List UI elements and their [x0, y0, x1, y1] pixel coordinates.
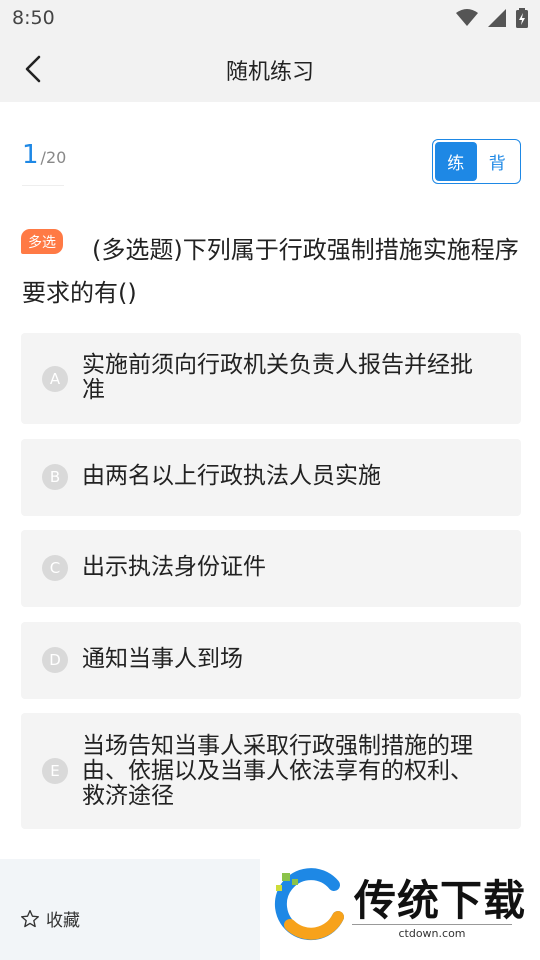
option-c[interactable]: C 出示执法身份证件 — [21, 530, 521, 607]
question-type-badge: 多选 — [21, 229, 63, 254]
favorite-button[interactable]: 收藏 — [20, 906, 80, 931]
page-title: 随机练习 — [225, 60, 314, 85]
status-time: 8:50 — [12, 7, 55, 29]
option-text: 当场告知当事人采取行政强制措施的理由、依据以及当事人依法享有的权利、救济途径 — [82, 733, 473, 809]
app-bar: 随机练习 — [0, 36, 540, 102]
status-icons — [456, 8, 528, 28]
option-a[interactable]: A 实施前须向行政机关负责人报告并经批准 — [21, 333, 521, 424]
option-letter: D — [42, 647, 68, 673]
option-letter: B — [42, 464, 68, 490]
question-progress: 1 /20 — [22, 140, 66, 170]
status-bar: 8:50 — [0, 0, 540, 36]
progress-underline — [22, 185, 64, 186]
wifi-icon — [456, 9, 478, 26]
current-question-number: 1 — [22, 140, 39, 170]
favorite-label: 收藏 — [46, 911, 80, 931]
star-outline-icon — [21, 909, 39, 927]
question-text: (多选题)下列属于行政强制措施实施程序要求的有() — [22, 236, 519, 307]
option-text: 通知当事人到场 — [82, 646, 243, 672]
option-text: 由两名以上行政执法人员实施 — [82, 463, 381, 489]
watermark-title: 传统下载 — [354, 876, 527, 925]
watermark-url: ctdown.com — [352, 924, 512, 940]
watermark: 传统下载 ctdown.com — [260, 859, 540, 960]
watermark-logo — [274, 868, 344, 941]
option-text: 实施前须向行政机关负责人报告并经批准 — [82, 352, 473, 403]
total-questions: /20 — [40, 148, 67, 167]
cell-signal-icon — [488, 9, 506, 27]
option-d[interactable]: D 通知当事人到场 — [21, 622, 521, 699]
mode-memorize-button[interactable]: 背 — [477, 142, 519, 181]
option-letter: A — [42, 366, 68, 392]
mode-switch: 练 背 — [432, 139, 521, 184]
option-letter: C — [42, 555, 68, 581]
option-e[interactable]: E 当场告知当事人采取行政强制措施的理由、依据以及当事人依法享有的权利、救济途径 — [21, 713, 521, 829]
option-b[interactable]: B 由两名以上行政执法人员实施 — [21, 439, 521, 516]
battery-icon — [516, 8, 528, 28]
option-letter: E — [42, 758, 68, 784]
mode-practice-button[interactable]: 练 — [435, 142, 477, 181]
option-text: 出示执法身份证件 — [82, 554, 266, 580]
